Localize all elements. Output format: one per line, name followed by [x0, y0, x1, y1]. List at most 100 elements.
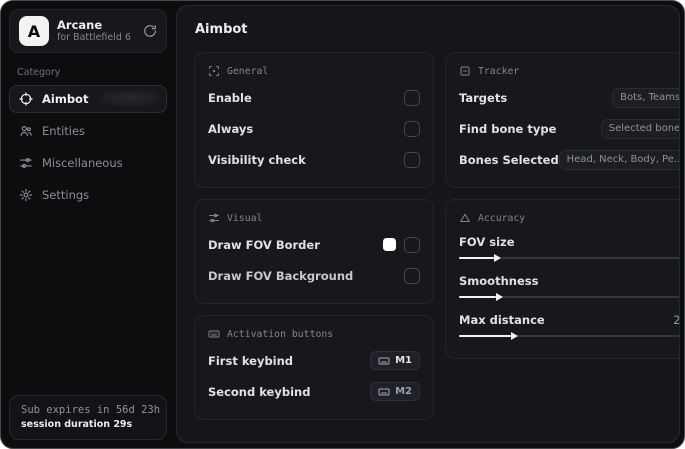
find-bone-type-dropdown[interactable]: Selected bone	[600, 118, 680, 139]
setting-label: Max distance	[459, 313, 545, 327]
general-card: General Enable Always Visibility check	[194, 52, 434, 188]
setting-label: First keybind	[208, 353, 294, 368]
dropdown-value: Head, Neck, Body, Pe..	[566, 154, 680, 165]
keyboard-icon	[378, 357, 390, 364]
setting-label: Draw FOV Background	[208, 268, 354, 283]
slider-fill[interactable]	[459, 253, 501, 262]
max-distance-slider-row: Max distance 250m	[459, 307, 680, 346]
sub-expiry-text: Sub expires in 56d 23h	[21, 404, 161, 416]
draw-fov-background-checkbox[interactable]	[404, 267, 420, 284]
setting-row-always: Always	[208, 113, 420, 144]
accuracy-card: Accuracy FOV size 50° Smoothness	[445, 199, 680, 359]
visual-card: Visual Draw FOV Border Draw FOV Backgrou…	[194, 199, 434, 304]
setting-row-bones-selected: Bones Selected Head, Neck, Body, Pe..	[459, 144, 680, 175]
keyboard-icon	[378, 388, 390, 395]
setting-row-visibility-check: Visibility check	[208, 144, 420, 175]
sidebar: A Arcane for Battlefield 6 Category Aimb…	[1, 1, 175, 448]
always-checkbox[interactable]	[404, 120, 420, 137]
keyboard-icon	[208, 328, 220, 340]
tracker-card: Tracker Targets Bots, Teams Find bone ty…	[445, 52, 680, 188]
card-title: Accuracy	[478, 212, 526, 224]
row-controls	[383, 236, 420, 253]
setting-row-draw-fov-background: Draw FOV Background	[208, 260, 420, 291]
setting-row-find-bone-type: Find bone type Selected bone	[459, 113, 680, 144]
triangle-icon	[459, 212, 471, 224]
logo-letter: A	[27, 21, 41, 41]
app-logo: A	[19, 16, 49, 46]
sliders-icon	[19, 156, 33, 170]
card-title: Tracker	[478, 65, 520, 77]
targets-dropdown[interactable]: Bots, Teams	[612, 87, 680, 108]
smoothness-slider[interactable]	[459, 292, 679, 301]
smoothness-slider-row: Smoothness 15.0	[459, 268, 679, 307]
main-panel: Aimbot General Enable Always Visibility …	[176, 5, 680, 443]
fov-size-slider[interactable]	[459, 253, 679, 262]
slider-header: Smoothness 15.0	[459, 274, 679, 288]
session-duration-text: session duration 29s	[21, 419, 133, 430]
visual-card-header: Visual	[208, 212, 420, 224]
setting-label: Bones Selected	[459, 152, 559, 167]
users-icon	[19, 124, 33, 138]
setting-label: Second keybind	[208, 384, 311, 399]
first-keybind-button[interactable]: M1	[370, 351, 420, 370]
setting-label: Smoothness	[459, 274, 539, 288]
slider-header: FOV size 50°	[459, 235, 679, 249]
dropdown-value: Selected bone	[608, 123, 680, 134]
sidebar-item-entities[interactable]: Entities	[9, 117, 167, 145]
sidebar-item-label: Aimbot	[42, 92, 89, 106]
card-title: Visual	[227, 212, 263, 224]
dropdown-value: Bots, Teams	[620, 92, 680, 103]
general-card-header: General	[208, 65, 420, 77]
app-name: Arcane	[57, 17, 103, 32]
card-title: Activation buttons	[227, 328, 334, 340]
setting-label: Always	[208, 121, 254, 136]
subscription-card: Sub expires in 56d 23h session duration …	[9, 395, 167, 440]
fov-border-color-swatch[interactable]	[383, 238, 396, 251]
keybind-value: M2	[395, 386, 412, 397]
setting-label: Draw FOV Border	[208, 237, 320, 252]
fov-size-slider-row: FOV size 50°	[459, 229, 679, 268]
crosshair-icon	[19, 92, 33, 106]
app-window: A Arcane for Battlefield 6 Category Aimb…	[0, 0, 685, 449]
card-title: General	[227, 65, 269, 77]
max-distance-slider[interactable]	[459, 331, 679, 340]
activation-buttons-card: Activation buttons First keybind M1 Seco…	[194, 315, 434, 420]
setting-row-draw-fov-border: Draw FOV Border	[208, 229, 420, 260]
activation-card-header: Activation buttons	[208, 328, 420, 340]
page-title: Aimbot	[195, 22, 248, 37]
accuracy-card-header: Accuracy	[459, 212, 679, 224]
second-keybind-button[interactable]: M2	[370, 382, 420, 401]
setting-row-targets: Targets Bots, Teams	[459, 82, 680, 113]
sidebar-item-aimbot[interactable]: Aimbot	[9, 85, 167, 113]
sidebar-item-label: Entities	[42, 124, 86, 138]
keybind-value: M1	[395, 355, 412, 366]
enable-checkbox[interactable]	[404, 89, 420, 106]
setting-label: Enable	[208, 90, 252, 105]
setting-label: Visibility check	[208, 152, 306, 167]
setting-row-second-keybind: Second keybind M2	[208, 376, 420, 407]
bones-selected-dropdown[interactable]: Head, Neck, Body, Pe..	[558, 149, 680, 170]
slider-fill[interactable]	[459, 292, 504, 301]
app-subtitle: for Battlefield 6	[57, 32, 131, 44]
left-column: General Enable Always Visibility check V…	[194, 52, 434, 431]
tracker-card-header: Tracker	[459, 65, 679, 77]
right-column: Tracker Targets Bots, Teams Find bone ty…	[445, 52, 680, 370]
setting-label: Find bone type	[459, 121, 557, 136]
slider-value: 250m	[673, 313, 680, 327]
sidebar-item-settings[interactable]: Settings	[9, 181, 167, 209]
content-columns: General Enable Always Visibility check V…	[194, 52, 679, 431]
visibility-check-checkbox[interactable]	[404, 151, 420, 168]
setting-label: Targets	[459, 90, 508, 105]
setting-row-enable: Enable	[208, 82, 420, 113]
setting-label: FOV size	[459, 235, 515, 249]
refresh-icon[interactable]	[143, 24, 157, 38]
gear-icon	[19, 188, 33, 202]
slider-fill[interactable]	[459, 331, 518, 340]
scan-crosshair-icon	[208, 65, 220, 77]
setting-row-first-keybind: First keybind M1	[208, 345, 420, 376]
slider-header: Max distance 250m	[459, 313, 680, 327]
brand-text: Arcane for Battlefield 6	[57, 18, 131, 44]
sliders-icon	[208, 212, 220, 224]
sidebar-item-miscellaneous[interactable]: Miscellaneous	[9, 149, 167, 177]
draw-fov-border-checkbox[interactable]	[404, 236, 420, 253]
